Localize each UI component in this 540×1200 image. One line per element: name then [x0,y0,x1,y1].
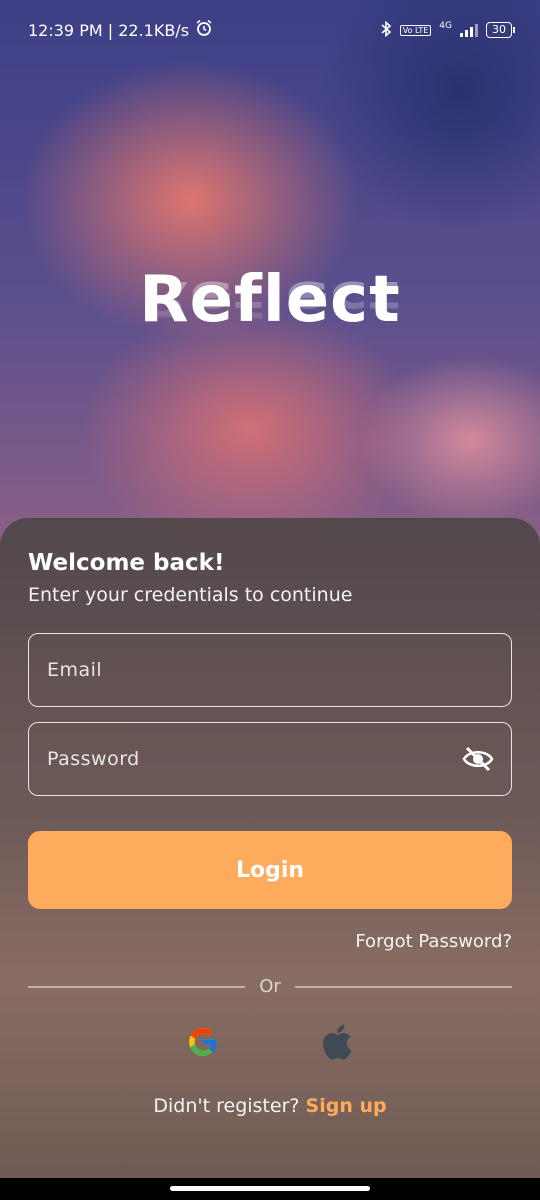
login-button[interactable]: Login [28,831,512,909]
divider-label: Or [259,976,281,997]
app-logo-reflection: Reflect [139,269,401,326]
battery-icon: 30 [486,22,515,38]
signup-link[interactable]: Sign up [306,1095,387,1117]
divider-line-right [294,985,513,988]
volte-badge: Vo LTE [399,24,432,36]
email-field[interactable] [45,658,495,682]
system-nav-bar [0,1178,540,1200]
forgot-password-link[interactable]: Forgot Password? [28,931,512,952]
password-field[interactable] [45,747,461,771]
status-time: 12:39 PM | 22.1KB/s [28,20,190,40]
google-icon[interactable] [184,1023,222,1061]
welcome-title: Welcome back! [28,550,225,576]
login-card: Welcome back! Enter your credentials to … [0,518,540,1178]
eye-off-icon[interactable] [461,742,495,776]
status-right: Vo LTE 4G 30 [380,20,515,40]
register-prompt: Didn't register? [153,1095,300,1117]
welcome-subtitle: Enter your credentials to continue [28,584,353,606]
password-field-container [28,722,512,796]
divider-line-left [28,985,246,988]
alarm-icon [195,19,213,41]
network-type: 4G [439,21,452,31]
apple-icon[interactable] [318,1023,356,1061]
status-left: 12:39 PM | 22.1KB/s [28,19,213,41]
or-divider: Or [28,976,513,997]
status-bar: 12:39 PM | 22.1KB/s Vo LTE 4G 30 [0,0,540,60]
login-screen: 12:39 PM | 22.1KB/s Vo LTE 4G 30 Reflect… [0,0,540,1200]
home-gesture-handle[interactable] [170,1186,370,1191]
register-row: Didn't register? Sign up [28,1095,512,1117]
social-login-row [28,1023,512,1061]
email-field-container [28,633,512,707]
signal-icon [460,23,478,37]
bluetooth-icon [380,20,392,40]
